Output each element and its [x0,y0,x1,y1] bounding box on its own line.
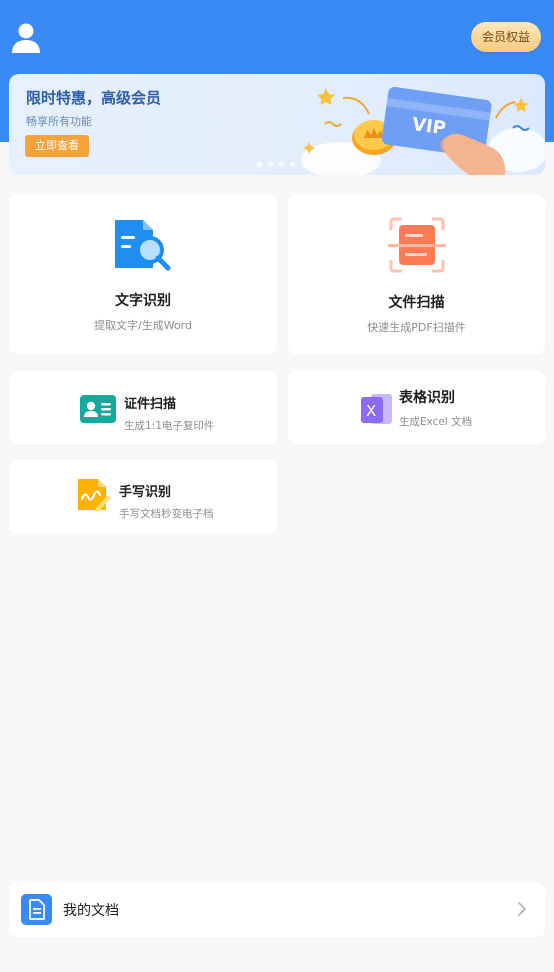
document-icon [21,894,52,925]
id-scan-title: 证件扫描 [124,397,177,412]
file-scan-title: 文件扫描 [388,295,445,311]
id-scan-card[interactable]: 证件扫描 生成1:1电子复印件 [9,371,277,444]
text-ocr-title: 文字识别 [115,293,171,309]
banner-title: 限时特惠，高级会员 [26,89,162,107]
text-ocr-card[interactable]: 文字识别 提取文字/生成Word [9,194,277,354]
handwriting-ocr-title: 手写识别 [119,485,172,500]
banner-subtitle: 畅享所有功能 [26,115,92,128]
file-scan-card[interactable]: 文件扫描 快速生成PDF扫描件 [288,194,545,354]
promo-banner[interactable]: 限时特惠，高级会员 畅享所有功能 立即查看 VIP [9,74,545,175]
scan-document-icon [388,217,446,273]
carousel-dot-3[interactable] [279,162,284,167]
document-search-icon [115,220,171,271]
handwriting-icon [78,479,111,512]
member-benefits-button[interactable]: 会员权益 [470,22,541,52]
table-ocr-title: 表格识别 [399,390,455,406]
chevron-right-icon [518,902,526,916]
vip-illustration: VIP [301,86,545,175]
carousel-indicator [257,162,295,167]
table-ocr-subtitle: 生成Excel 文档 [399,416,473,428]
id-scan-subtitle: 生成1:1电子复印件 [124,420,215,432]
table-ocr-card[interactable]: X 表格识别 生成Excel 文档 [288,370,545,444]
carousel-dot-4[interactable] [290,162,295,167]
my-documents-row[interactable]: 我的文档 [9,882,545,937]
text-ocr-subtitle: 提取文字/生成Word [94,319,192,332]
user-avatar-icon[interactable] [11,22,41,54]
carousel-dot-2[interactable] [268,162,273,167]
excel-icon: X [361,394,392,424]
my-documents-label: 我的文档 [63,903,119,919]
handwriting-ocr-card[interactable]: 手写识别 手写文档秒变电子档 [9,460,277,534]
carousel-dot-1[interactable] [257,162,262,167]
handwriting-ocr-subtitle: 手写文档秒变电子档 [119,508,214,520]
app-home-screen: 会员权益 限时特惠，高级会员 畅享所有功能 立即查看 VIP 文字识别 提取文字… [0,0,554,972]
view-now-button[interactable]: 立即查看 [25,135,89,157]
file-scan-subtitle: 快速生成PDF扫描件 [367,321,466,334]
id-card-icon [80,395,116,423]
svg-text:X: X [366,402,376,420]
